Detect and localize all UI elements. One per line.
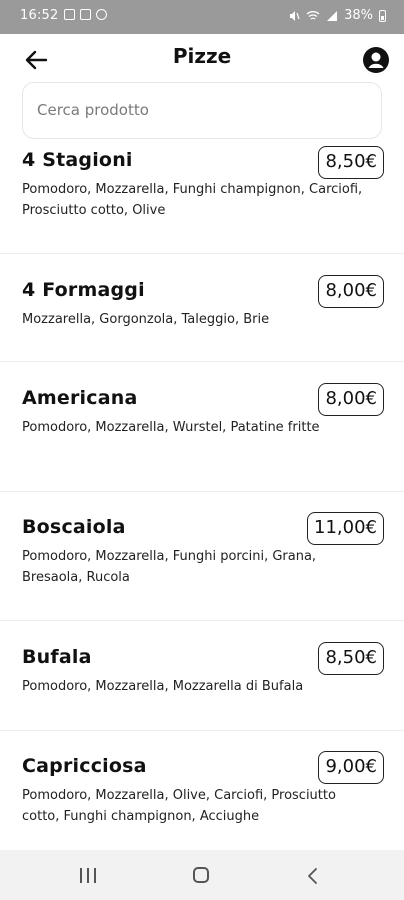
price-badge: 8,50€	[318, 642, 384, 675]
product-ingredients: Pomodoro, Mozzarella, Funghi champignon,…	[22, 182, 363, 218]
product-item[interactable]: Americana 8,00€ Pomodoro, Mozzarella, Wu…	[0, 362, 404, 492]
product-ingredients: Pomodoro, Mozzarella, Mozzarella di Bufa…	[22, 679, 304, 694]
product-ingredients: Pomodoro, Mozzarella, Funghi porcini, Gr…	[22, 549, 317, 585]
product-ingredients: Pomodoro, Mozzarella, Olive, Carciofi, P…	[22, 788, 336, 824]
signal-icon	[327, 10, 338, 21]
check-notification-icon	[80, 9, 91, 20]
home-icon[interactable]	[193, 867, 209, 883]
mute-icon	[290, 10, 300, 21]
search-input[interactable]: Cerca prodotto	[22, 82, 382, 139]
price-badge: 8,00€	[318, 275, 384, 308]
product-ingredients: Mozzarella, Gorgonzola, Taleggio, Brie	[22, 312, 270, 327]
system-nav-bar	[0, 850, 404, 900]
product-item[interactable]: 4 Formaggi 8,00€ Mozzarella, Gorgonzola,…	[0, 254, 404, 362]
product-item[interactable]: Capricciosa 9,00€ Pomodoro, Mozzarella, …	[0, 731, 404, 851]
wifi-icon	[306, 10, 320, 20]
status-right: 38%	[288, 8, 386, 23]
price-badge: 8,00€	[318, 383, 384, 416]
price-badge: 11,00€	[307, 512, 384, 545]
product-item[interactable]: Bufala 8,50€ Pomodoro, Mozzarella, Mozza…	[0, 621, 404, 731]
app-header: Pizze	[0, 34, 404, 84]
battery-percent: 38%	[344, 8, 373, 23]
price-badge: 8,50€	[318, 146, 384, 179]
product-item[interactable]: 4 Stagioni 8,50€ Pomodoro, Mozzarella, F…	[0, 140, 404, 254]
product-name: Boscaiola	[22, 516, 126, 538]
at-notification-icon	[96, 9, 107, 20]
gallery-notification-icon	[64, 9, 75, 20]
battery-icon	[379, 9, 386, 22]
product-item[interactable]: Boscaiola 11,00€ Pomodoro, Mozzarella, F…	[0, 492, 404, 621]
notification-icons	[64, 9, 107, 20]
product-name: Bufala	[22, 646, 92, 668]
recent-apps-icon[interactable]	[80, 868, 96, 883]
product-ingredients: Pomodoro, Mozzarella, Wurstel, Patatine …	[22, 420, 320, 435]
system-back-icon[interactable]	[306, 867, 320, 885]
product-name: 4 Formaggi	[22, 279, 145, 301]
product-name: Capricciosa	[22, 755, 147, 777]
account-icon[interactable]	[362, 46, 390, 74]
status-bar: 16:52 38%	[0, 0, 404, 34]
price-badge: 9,00€	[318, 751, 384, 784]
status-time: 16:52	[20, 8, 59, 23]
product-name: 4 Stagioni	[22, 149, 133, 171]
product-name: Americana	[22, 387, 138, 409]
product-list: 4 Stagioni 8,50€ Pomodoro, Mozzarella, F…	[0, 140, 404, 851]
page-title: Pizze	[172, 44, 232, 68]
